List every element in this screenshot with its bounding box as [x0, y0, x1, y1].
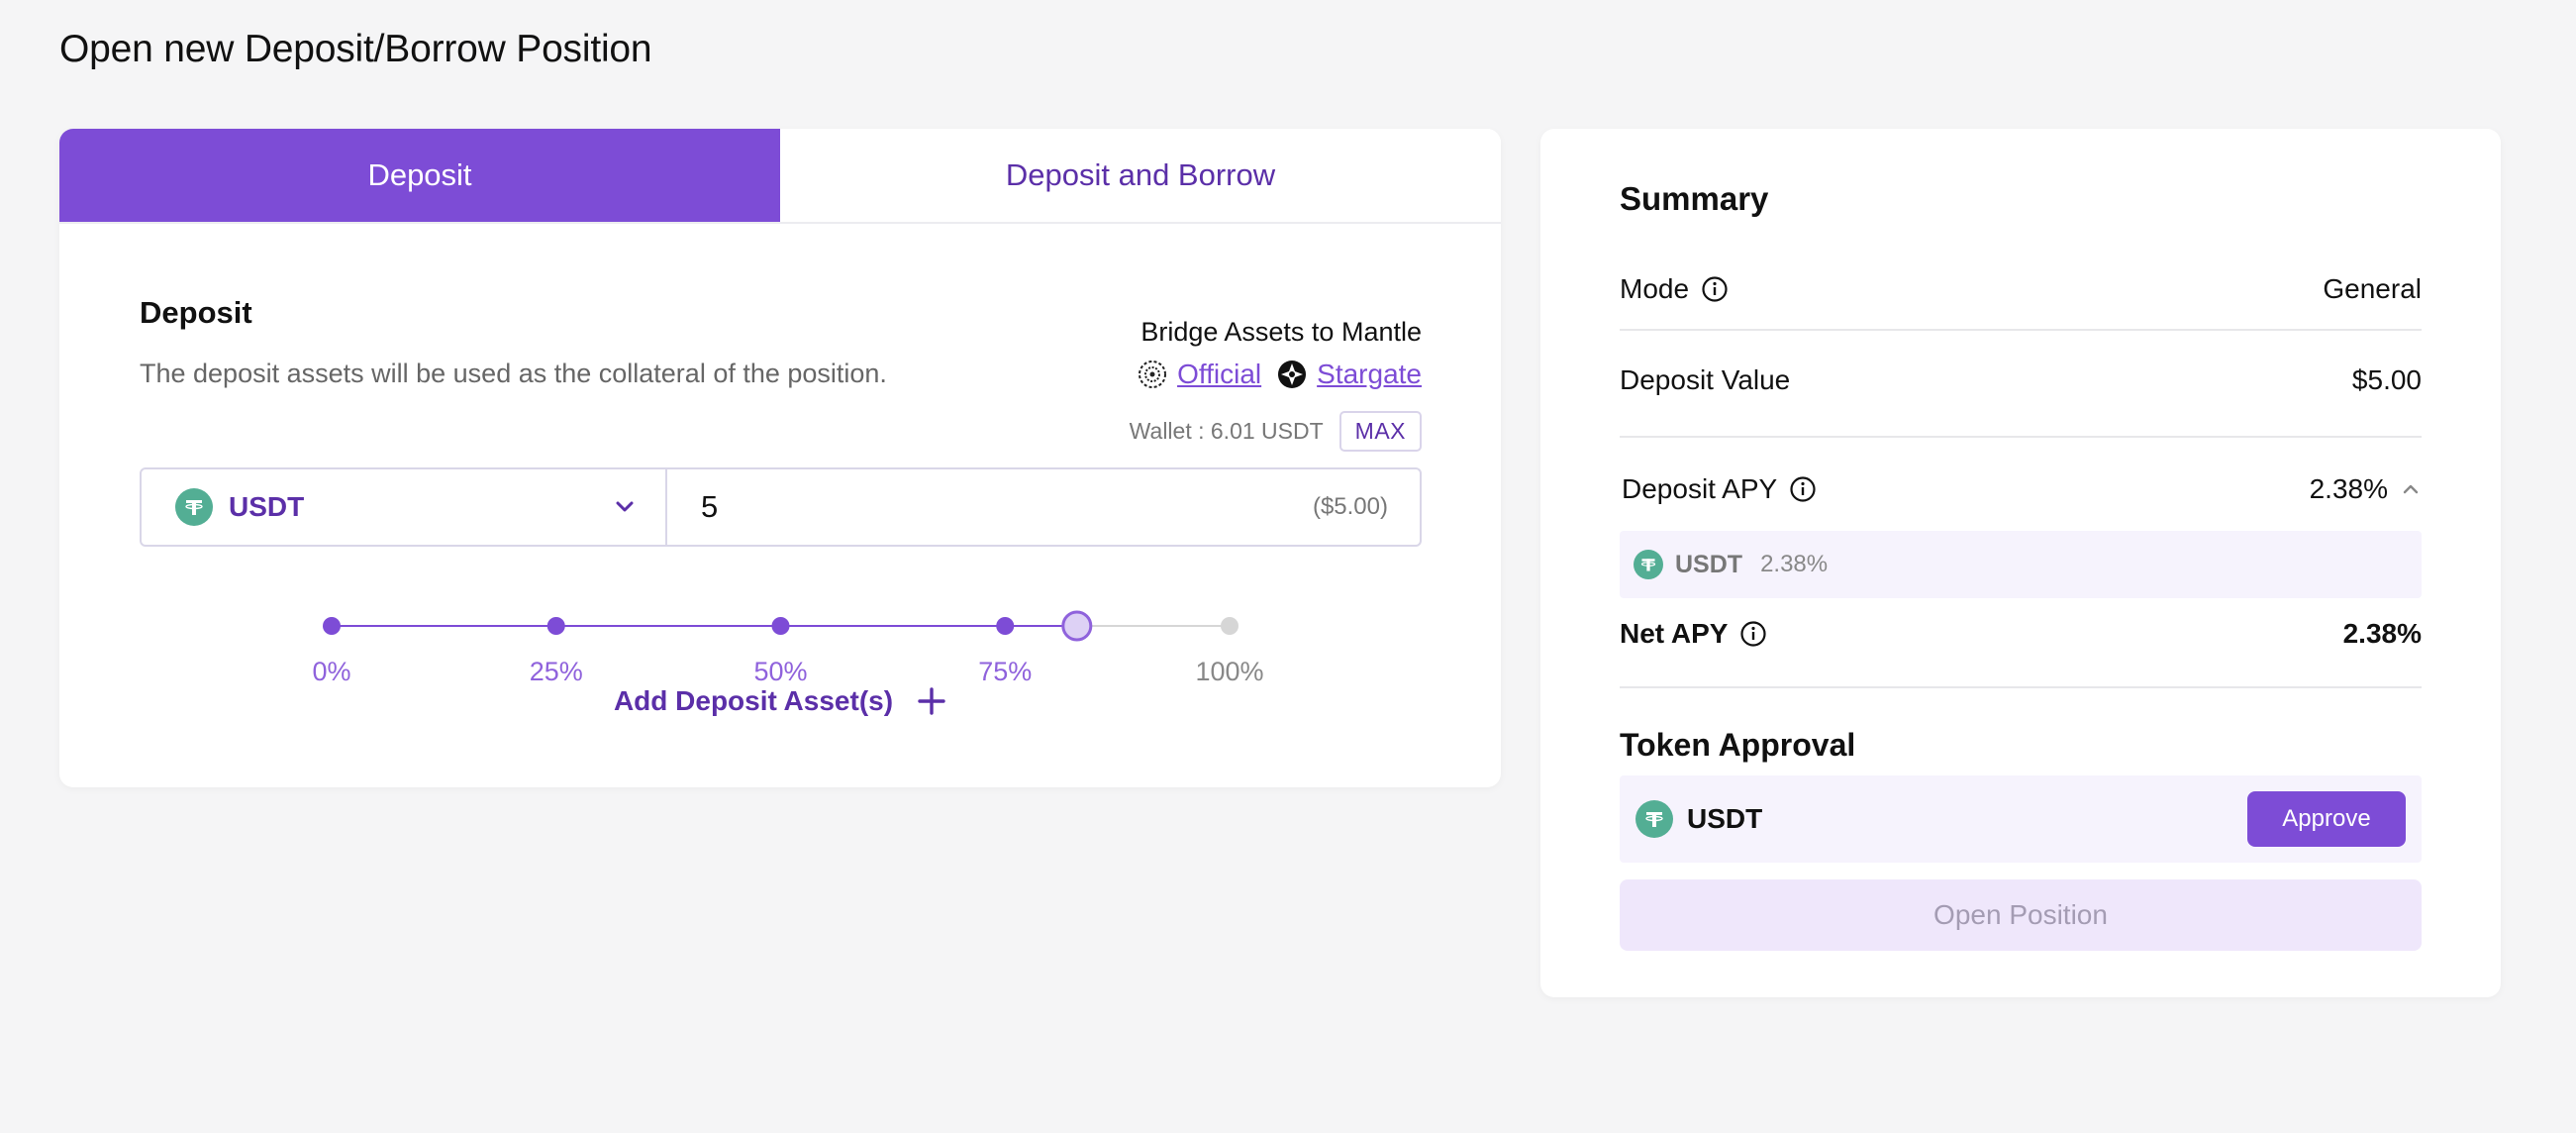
- amount-usd-value: ($5.00): [1312, 493, 1388, 520]
- slider-mark-label: 100%: [1195, 657, 1263, 686]
- mode-row: Mode General: [1620, 273, 2422, 305]
- slider-mark-dot[interactable]: [996, 617, 1015, 635]
- asset-symbol: USDT: [229, 491, 305, 522]
- stargate-icon: [1278, 360, 1307, 388]
- divider: [1620, 686, 2422, 688]
- divider: [1620, 329, 2422, 331]
- deposit-value-row: Deposit Value $5.00: [1620, 364, 2422, 396]
- official-bridge-link[interactable]: Official: [1177, 359, 1261, 390]
- deposit-asset-row: USDT ($5.00): [140, 467, 1422, 547]
- wallet-balance: Wallet : 6.01 USDT: [1129, 418, 1324, 444]
- deposit-value-label: Deposit Value: [1620, 364, 1791, 395]
- deposit-apy-row[interactable]: Deposit APY 2.38%: [1620, 473, 2422, 505]
- tether-icon: [1634, 550, 1663, 579]
- approval-token-symbol: USDT: [1687, 803, 1763, 834]
- slider-mark-label: 75%: [978, 657, 1032, 686]
- slider-mark-label: 25%: [530, 657, 583, 686]
- net-apy-value: 2.38%: [2342, 618, 2422, 649]
- amount-input[interactable]: [699, 488, 1313, 526]
- chevron-down-icon: [616, 501, 634, 512]
- bridge-title: Bridge Assets to Mantle: [1140, 317, 1422, 347]
- info-icon[interactable]: [1789, 475, 1817, 503]
- stargate-bridge-link[interactable]: Stargate: [1317, 359, 1422, 390]
- deposit-description: The deposit assets will be used as the c…: [140, 359, 887, 388]
- net-apy-label: Net APY: [1620, 618, 1729, 649]
- deposit-apy-label: Deposit APY: [1622, 473, 1778, 504]
- add-deposit-asset-button[interactable]: Add Deposit Asset(s): [59, 685, 1501, 717]
- token-approval-row: USDT Approve: [1620, 775, 2422, 863]
- mode-value: General: [2323, 273, 2422, 304]
- slider-mark-dot[interactable]: [1221, 617, 1238, 635]
- tether-icon: [175, 488, 213, 526]
- bridge-links: Official Stargate: [1138, 359, 1422, 390]
- summary-card: Summary Mode General Deposit Value $5.00…: [1540, 129, 2501, 997]
- apy-breakdown-value: 2.38%: [1760, 551, 1829, 577]
- plus-icon: [918, 687, 945, 715]
- apy-breakdown-item: USDT 2.38%: [1620, 531, 2422, 598]
- open-position-button[interactable]: Open Position: [1620, 879, 2422, 951]
- tab-deposit[interactable]: Deposit: [59, 129, 780, 222]
- summary-title: Summary: [1620, 180, 1769, 217]
- deposit-card: Deposit Deposit and Borrow Deposit The d…: [59, 129, 1501, 787]
- max-button[interactable]: MAX: [1338, 411, 1422, 452]
- mode-label: Mode: [1620, 273, 1690, 304]
- slider-handle[interactable]: [1061, 610, 1093, 642]
- official-bridge-icon: [1139, 360, 1167, 388]
- tether-icon: [1635, 800, 1673, 838]
- asset-select[interactable]: USDT: [142, 469, 667, 545]
- chevron-up-icon[interactable]: [2400, 478, 2422, 500]
- slider-mark-label: 0%: [312, 657, 350, 686]
- deposit-heading: Deposit: [140, 295, 252, 330]
- slider-mark-label: 50%: [753, 657, 807, 686]
- net-apy-row: Net APY 2.38%: [1620, 618, 2422, 650]
- tab-deposit-and-borrow[interactable]: Deposit and Borrow: [780, 129, 1501, 222]
- info-icon[interactable]: [1739, 620, 1767, 648]
- deposit-percent-slider[interactable]: 0% 25% 50% 75% 100%: [59, 572, 1501, 691]
- divider: [1620, 436, 2422, 438]
- slider-mark-dot[interactable]: [771, 617, 790, 635]
- deposit-apy-value: 2.38%: [2309, 473, 2388, 504]
- tab-bar: Deposit Deposit and Borrow: [59, 129, 1501, 224]
- amount-field: ($5.00): [667, 469, 1420, 545]
- slider-mark-dot[interactable]: [546, 617, 565, 635]
- page-title: Open new Deposit/Borrow Position: [59, 28, 652, 70]
- add-deposit-asset-label: Add Deposit Asset(s): [613, 685, 894, 716]
- apy-breakdown-symbol: USDT: [1675, 550, 1743, 578]
- deposit-value: $5.00: [2351, 364, 2422, 395]
- wallet-row: Wallet : 6.01 USDT MAX: [1130, 411, 1422, 452]
- approve-button[interactable]: Approve: [2247, 791, 2406, 847]
- info-icon[interactable]: [1701, 275, 1729, 303]
- slider-mark-dot[interactable]: [323, 617, 341, 635]
- token-approval-title: Token Approval: [1620, 727, 1856, 763]
